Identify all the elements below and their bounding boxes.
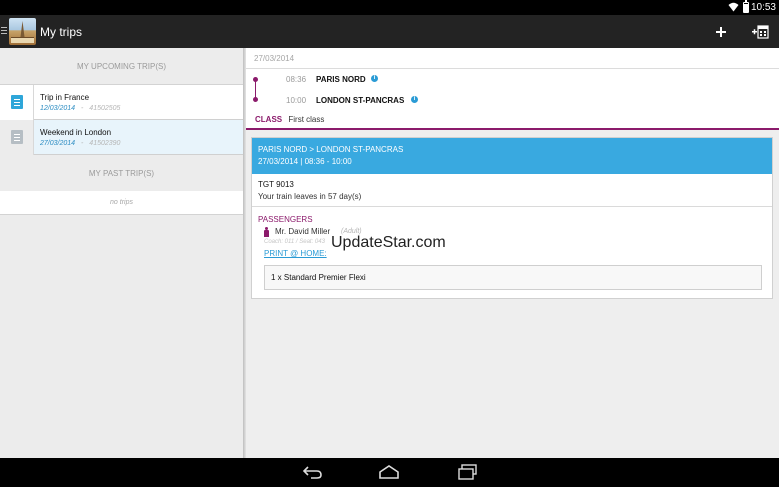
trip-icon-cell <box>0 120 34 155</box>
arrival-time: 10:00 <box>286 96 307 105</box>
person-icon <box>264 227 269 237</box>
ticket-icon <box>11 130 23 144</box>
trip-item[interactable]: Trip in France 12/03/2014 - 41502505 <box>0 85 243 120</box>
status-bar: 10:53 <box>0 0 779 15</box>
watermark: UpdateStar.com <box>331 234 446 251</box>
trip-separator: - <box>81 105 84 112</box>
journey-route: PARIS NORD > LONDON ST-PANCRAS <box>258 145 404 154</box>
trip-icon-cell <box>0 85 34 120</box>
departure-station: PARIS NORD <box>316 75 366 84</box>
app-screen: 10:53 My trips MY UPCOMING TRIP(S) Trip … <box>0 0 779 487</box>
trip-item-selected[interactable]: Weekend in London 27/03/2014 - 41502390 <box>0 120 243 155</box>
past-trips-header: MY PAST TRIP(S) <box>0 155 243 192</box>
wifi-icon <box>728 2 739 12</box>
class-label: CLASS <box>255 115 283 124</box>
trip-date: 27/03/2014 <box>40 140 76 147</box>
trip-ref: 41502505 <box>89 105 121 112</box>
trip-detail-panel: 27/03/2014 08:36 PARIS NORD i 10:00 LOND… <box>246 48 779 458</box>
arrival-station: LONDON ST-PANCRAS <box>316 96 405 105</box>
clock: 10:53 <box>750 2 776 13</box>
itinerary: 08:36 PARIS NORD i 10:00 LONDON ST-PANCR… <box>246 69 779 111</box>
app-logo[interactable] <box>9 18 36 45</box>
print-at-home-link[interactable]: PRINT @ HOME: <box>264 249 327 258</box>
trip-date: 12/03/2014 <box>40 105 76 112</box>
no-trips-text: no trips <box>0 191 243 215</box>
train-countdown: Your train leaves in 57 day(s) <box>258 192 362 201</box>
system-nav-bar <box>0 458 779 487</box>
info-icon[interactable]: i <box>371 75 378 82</box>
departure-time: 08:36 <box>286 75 307 84</box>
trip-name: Weekend in London <box>40 128 112 137</box>
arrival-dot <box>253 97 258 102</box>
action-bar: My trips <box>0 15 779 48</box>
ticket-card: PARIS NORD > LONDON ST-PANCRAS 27/03/201… <box>251 137 773 299</box>
back-icon[interactable] <box>301 464 323 480</box>
calendar-add-icon <box>752 25 769 39</box>
add-calendar-button[interactable] <box>751 23 769 41</box>
page-title: My trips <box>40 25 82 39</box>
trip-meta: 12/03/2014 - 41502505 <box>40 105 120 112</box>
trip-name: Trip in France <box>40 93 90 102</box>
class-value: First class <box>288 115 325 124</box>
drawer-indicator-icon[interactable] <box>1 27 7 37</box>
train-number: TGT 9013 <box>258 180 294 189</box>
battery-icon <box>743 0 749 13</box>
trip-ref: 41502390 <box>89 140 121 147</box>
journey-header[interactable]: PARIS NORD > LONDON ST-PANCRAS 27/03/201… <box>252 138 772 174</box>
departure-dot <box>253 77 258 82</box>
recent-apps-icon[interactable] <box>457 464 479 480</box>
home-icon[interactable] <box>378 464 400 480</box>
ticket-icon <box>11 95 23 109</box>
journey-datetime: 27/03/2014 | 08:36 - 10:00 <box>258 157 352 166</box>
trip-separator: - <box>81 140 84 147</box>
plus-icon <box>716 27 726 37</box>
train-info: TGT 9013 Your train leaves in 57 day(s) <box>252 174 772 207</box>
add-trip-button[interactable] <box>713 24 729 40</box>
trips-list-panel: MY UPCOMING TRIP(S) Trip in France 12/03… <box>0 48 246 458</box>
info-icon[interactable]: i <box>411 96 418 103</box>
passengers-label: PASSENGERS <box>258 215 313 224</box>
passenger-name: Mr. David Miller <box>275 227 331 236</box>
class-row: CLASS First class <box>246 111 779 130</box>
coach-seat: Coach: 011 / Seat: 043 <box>264 239 325 245</box>
fare-box: 1 x Standard Premier Flexi <box>264 265 762 290</box>
upcoming-trips-header: MY UPCOMING TRIP(S) <box>0 48 243 85</box>
trip-meta: 27/03/2014 - 41502390 <box>40 140 120 147</box>
trip-date-header: 27/03/2014 <box>246 48 779 69</box>
